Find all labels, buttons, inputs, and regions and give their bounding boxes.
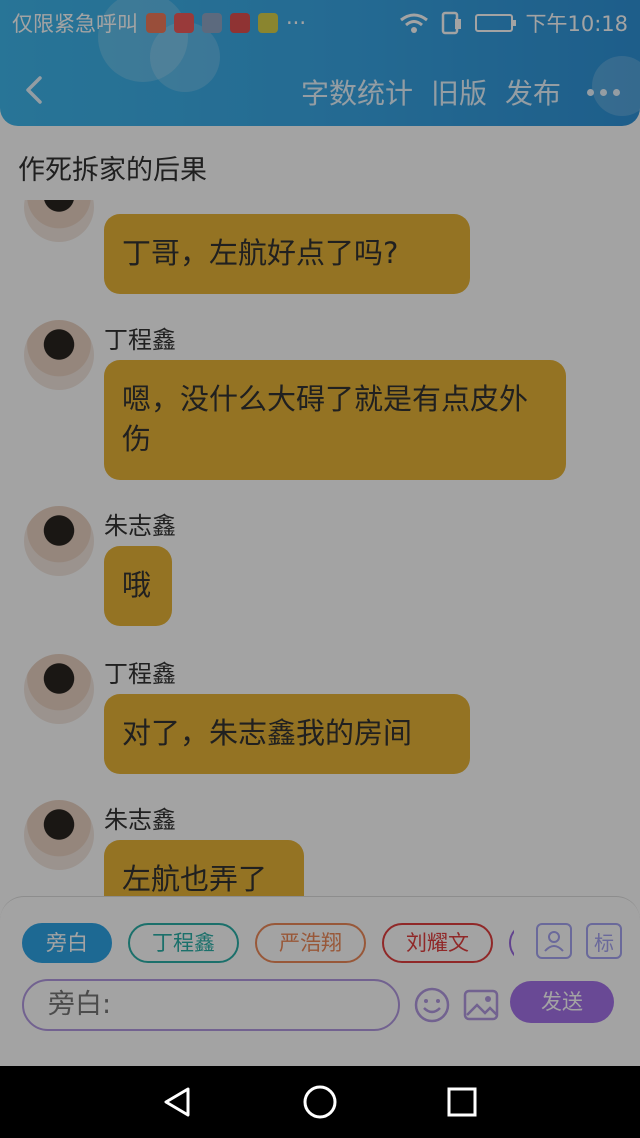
more-notifications-icon: ···: [286, 11, 307, 35]
avatar[interactable]: [24, 654, 94, 724]
send-button[interactable]: 发送: [510, 981, 614, 1023]
sim-icon: [442, 11, 462, 35]
nav-bar: 字数统计 旧版 发布: [0, 60, 640, 126]
wifi-icon: [400, 13, 429, 33]
role-chip-song[interactable]: 宋亚: [509, 923, 514, 963]
input-panel: 旁白 丁程鑫 严浩翔 刘耀文 宋亚 标 旁白: 发送: [0, 896, 640, 1066]
message-bubble[interactable]: 嗯，没什么大碍了就是有点皮外伤: [104, 360, 566, 480]
word-count-button[interactable]: 字数统计: [301, 72, 413, 112]
battery-icon: [475, 14, 517, 32]
home-circle-icon[interactable]: [302, 1084, 338, 1120]
top-header: 仅限紧急呼叫 ··· 下午10:18 字数统计 旧版 发布: [0, 0, 640, 126]
chat-app-icon: [258, 13, 278, 33]
mail-app-icon: [146, 13, 166, 33]
gallery-app-icon: [202, 13, 222, 33]
role-selector[interactable]: 旁白 丁程鑫 严浩翔 刘耀文 宋亚: [22, 923, 514, 965]
status-time: 下午10:18: [525, 12, 628, 36]
more-horizontal-icon[interactable]: [587, 88, 620, 96]
smile-icon[interactable]: [414, 987, 450, 1023]
story-title: 作死拆家的后果: [18, 155, 207, 186]
role-chip-narrator[interactable]: 旁白: [22, 923, 112, 963]
image-icon[interactable]: [463, 987, 499, 1023]
avatar[interactable]: [24, 506, 94, 576]
back-triangle-icon[interactable]: [160, 1084, 196, 1120]
avatar[interactable]: [24, 800, 94, 870]
message-bubble[interactable]: 对了，朱志鑫我的房间: [104, 694, 470, 774]
tag-button[interactable]: 标: [586, 923, 622, 959]
message-bubble[interactable]: 左航也弄了: [104, 840, 304, 896]
sender-name: 朱志鑫: [104, 512, 176, 540]
avatar[interactable]: [24, 200, 94, 242]
sender-name: 丁程鑫: [104, 326, 176, 354]
role-chip-ding[interactable]: 丁程鑫: [128, 923, 239, 963]
role-chip-yan[interactable]: 严浩翔: [255, 923, 366, 963]
status-bar: 仅限紧急呼叫 ··· 下午10:18: [0, 0, 640, 44]
person-glyph: [544, 931, 564, 952]
avatar[interactable]: [24, 320, 94, 390]
system-nav-bar: [0, 1066, 640, 1138]
message-bubble[interactable]: 丁哥，左航好点了吗?: [104, 214, 470, 294]
message-input[interactable]: 旁白:: [22, 979, 400, 1031]
recent-apps-icon[interactable]: [444, 1084, 480, 1120]
person-icon[interactable]: [536, 923, 572, 959]
sender-name: 朱志鑫: [104, 806, 176, 834]
old-version-button[interactable]: 旧版: [431, 72, 487, 112]
chevron-left-icon[interactable]: [18, 72, 54, 108]
chat-list[interactable]: 丁哥，左航好点了吗? 丁程鑫 嗯，没什么大碍了就是有点皮外伤 朱志鑫 哦 丁程鑫…: [0, 200, 640, 896]
game-app-icon: [230, 13, 250, 33]
role-chip-liu[interactable]: 刘耀文: [382, 923, 493, 963]
sender-name: 丁程鑫: [104, 660, 176, 688]
publish-button[interactable]: 发布: [505, 72, 561, 112]
notification-app-icon: [174, 13, 194, 33]
message-bubble[interactable]: 哦: [104, 546, 172, 626]
carrier-text: 仅限紧急呼叫: [12, 12, 138, 36]
